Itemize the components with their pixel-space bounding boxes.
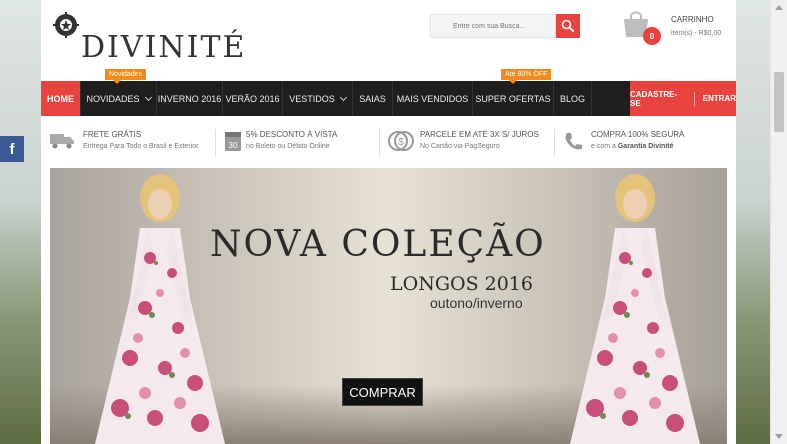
page-scrollbar[interactable] [770, 0, 787, 444]
benefit-desconto: 30 5% DESCONTO À VISTA no Boleto ou Débi… [216, 126, 379, 160]
benefit-parcele: $ PARCELE EM ATÉ 3X S/ JUROS No Cartão v… [380, 126, 554, 160]
nav-label: VERÃO 2016 [225, 93, 280, 104]
super-ofertas-tag: Até 80% OFF [501, 69, 552, 84]
nav-item-mais-vendidos[interactable]: MAIS VENDIDOS [393, 81, 473, 116]
nav-item-vestidos[interactable]: VESTIDOS [283, 81, 353, 116]
cart-info: item(s) - R$0,00 [671, 30, 722, 37]
logo-emblem-icon [53, 12, 79, 38]
benefit-subtitle: Entrega Para Todo o Brasil e Exterior [83, 143, 199, 150]
novidades-tag: Novidades [105, 69, 147, 84]
login-link[interactable]: ENTRAR [703, 94, 736, 103]
search-input[interactable] [430, 14, 556, 38]
benefit-compra-segura: COMPRA 100% SEGURA e com a Garantia Divi… [555, 126, 725, 160]
nav-label: MAIS VENDIDOS [396, 93, 469, 104]
cart-label: CARRINHO [671, 15, 714, 24]
account-links: CADASTRE-SE ENTRAR [630, 81, 736, 116]
benefit-subtitle-bold: Garantia Divinité [617, 143, 674, 150]
nav-label: SUPER OFERTAS [475, 93, 551, 104]
nav-label: VESTIDOS [289, 93, 335, 104]
scroll-up-arrow-icon[interactable] [775, 5, 783, 10]
site-logo[interactable]: DIVINITÉ [53, 12, 244, 65]
nav-label: HOME [47, 93, 74, 104]
signup-link[interactable]: CADASTRE-SE [630, 90, 686, 108]
benefit-title: FRETE GRÁTIS [83, 130, 142, 139]
nav-item-saias[interactable]: SAIAS [353, 81, 393, 116]
nav-label: SAIAS [359, 93, 386, 104]
benefit-subtitle: No Cartão via PagSeguro [420, 143, 500, 150]
nav-item-super-ofertas[interactable]: Até 80% OFF SUPER OFERTAS [473, 69, 554, 116]
nav-item-inverno-2016[interactable]: INVERNO 2016 [157, 81, 223, 116]
model-left-image [95, 174, 225, 444]
chevron-down-icon [144, 93, 152, 101]
main-nav: HOME Novidades NOVIDADES INVERNO 2016 VE… [41, 69, 736, 116]
benefit-subtitle: no Boleto ou Débito Online [246, 143, 330, 150]
brand-name: DIVINITÉ [81, 30, 247, 65]
nav-label: INVERNO 2016 [157, 93, 222, 104]
chevron-down-icon [339, 93, 347, 101]
scroll-down-arrow-icon[interactable] [775, 434, 783, 439]
model-right-image [570, 174, 700, 444]
benefit-subtitle-prefix: e com a [591, 143, 618, 150]
benefits-strip: FRETE GRÁTIS Entrega Para Todo o Brasil … [41, 126, 736, 160]
nav-label: BLOG [559, 93, 585, 104]
page-container: DIVINITÉ 0 CARRINHO item(s) - R$0,00 HOM… [41, 0, 736, 444]
banner-subtitle: LONGOS 2016 [390, 273, 533, 295]
svg-text:$: $ [398, 137, 404, 148]
nav-item-home[interactable]: HOME [41, 81, 81, 116]
svg-text:30: 30 [229, 141, 238, 150]
divider [693, 91, 695, 106]
facebook-icon: f [9, 140, 15, 158]
nav-item-novidades[interactable]: Novidades NOVIDADES [81, 69, 157, 116]
search-icon [561, 19, 575, 33]
comprar-button[interactable]: COMPRAR [342, 378, 423, 406]
benefit-title: COMPRA 100% SEGURA [591, 130, 685, 139]
benefit-title: 5% DESCONTO À VISTA [246, 130, 338, 139]
nav-item-blog[interactable]: BLOG [554, 81, 592, 116]
phone-icon [565, 133, 582, 150]
facebook-side-tab[interactable]: f [0, 136, 24, 162]
nav-item-verao-2016[interactable]: VERÃO 2016 [223, 81, 283, 116]
truck-icon [50, 134, 74, 149]
cart-widget[interactable]: 0 CARRINHO item(s) - R$0,00 [621, 10, 731, 50]
search-bar [430, 14, 580, 38]
benefit-frete-gratis: FRETE GRÁTIS Entrega Para Todo o Brasil … [41, 126, 215, 160]
scrollbar-thumb[interactable] [774, 72, 784, 132]
hero-banner[interactable]: NOVA COLEÇÃO LONGOS 2016 outono/inverno … [50, 168, 727, 444]
coins-icon: $ [388, 131, 414, 151]
benefit-subtitle: e com a Garantia Divinité [591, 143, 674, 150]
banner-title: NOVA COLEÇÃO [210, 224, 546, 265]
benefit-title: PARCELE EM ATÉ 3X S/ JUROS [420, 130, 539, 139]
nav-label: NOVIDADES [86, 93, 140, 104]
search-button[interactable] [556, 14, 580, 38]
banner-season: outono/inverno [430, 295, 523, 311]
cart-count-badge: 0 [643, 27, 661, 45]
calendar-30-icon: 30 [225, 132, 241, 151]
